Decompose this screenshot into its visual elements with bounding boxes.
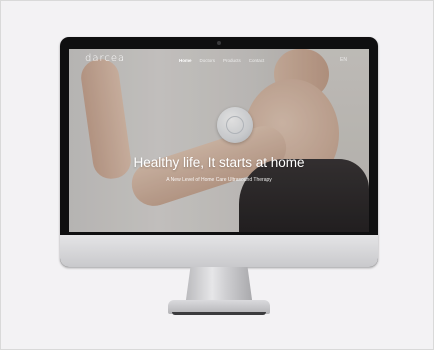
- camera-dot: [217, 41, 221, 45]
- monitor-base-edge: [172, 312, 266, 315]
- language-switch[interactable]: EN: [340, 57, 347, 63]
- screen: darcea Home Doctors Products Contact EN …: [69, 49, 369, 232]
- hero-headline: Healthy life, It starts at home: [133, 155, 305, 170]
- monitor: darcea Home Doctors Products Contact EN …: [60, 37, 378, 267]
- nav-menu: Home Doctors Products Contact: [179, 58, 264, 63]
- nav-item-contact[interactable]: Contact: [249, 58, 265, 63]
- nav-item-home[interactable]: Home: [179, 58, 192, 63]
- nav-item-doctors[interactable]: Doctors: [200, 58, 216, 63]
- hero-subline: A New Level of Home Care Ultrasound Ther…: [166, 177, 272, 183]
- nav-item-products[interactable]: Products: [223, 58, 241, 63]
- site-logo[interactable]: darcea: [85, 53, 125, 64]
- monitor-chin: [60, 235, 378, 267]
- site-nav: darcea Home Doctors Products Contact EN: [69, 49, 369, 71]
- hero-overlay: [69, 49, 369, 232]
